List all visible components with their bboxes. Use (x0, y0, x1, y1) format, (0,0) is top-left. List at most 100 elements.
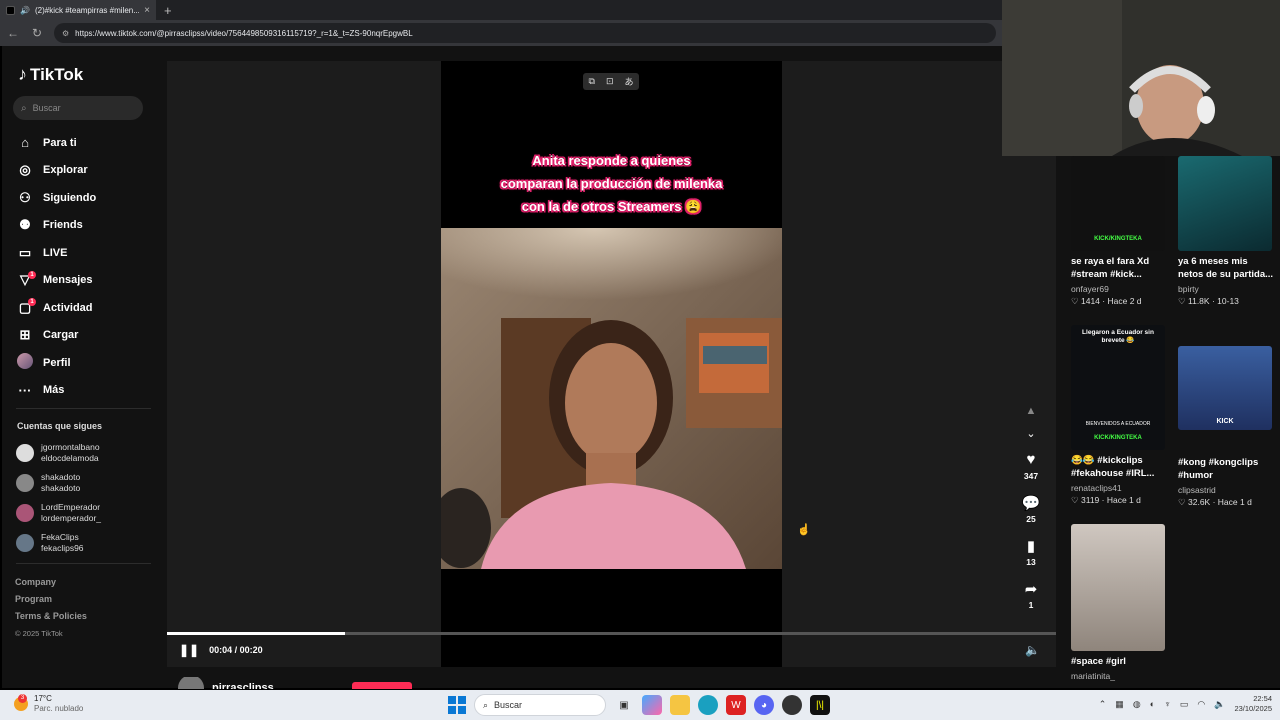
sidebar-item-label: Perfil (43, 356, 71, 369)
video-progress-bar[interactable] (167, 632, 1056, 635)
divider (16, 563, 151, 564)
video-player[interactable]: ⧉ ⊡ あ Anita responde a quienes comparan … (441, 61, 782, 667)
copyright: © 2025 TikTok (15, 629, 63, 638)
share-button[interactable]: ➦ 1 (1018, 580, 1044, 621)
following-icon: ⚇ (19, 189, 31, 205)
sidebar-item-friends[interactable]: ⚉ Friends (17, 212, 96, 240)
video-card[interactable]: Llegaron a Ecuador sin brevete 😂 BIENVEN… (1071, 325, 1167, 506)
search-input[interactable]: ⌕ Buscar (13, 96, 143, 120)
clock[interactable]: 22:54 23/10/2025 (1234, 694, 1272, 714)
caption-line: comparan la producción de milenka (500, 176, 723, 191)
sidebar-item-siguiendo[interactable]: ⚇ Siguiendo (17, 184, 96, 212)
heart-outline-icon: ♡ (1071, 495, 1079, 505)
sidebar-item-mas[interactable]: ··· Más (17, 377, 96, 405)
display-icon[interactable]: ▭ (1180, 699, 1189, 710)
site-info-icon[interactable]: ⚙ (62, 29, 69, 38)
microphone-icon[interactable]: ♆ (1164, 699, 1171, 709)
author-avatar[interactable] (178, 677, 204, 689)
copilot-icon[interactable] (642, 695, 662, 715)
terms-link[interactable]: Terms & Policies (15, 608, 87, 625)
card-title: se raya el fara Xd #stream #kick... (1071, 256, 1150, 280)
tiktok-favicon-icon (6, 5, 15, 15)
card-user: onfayer69 (1071, 284, 1109, 294)
card-user: clipsastrid (1178, 485, 1216, 495)
translate-icon[interactable]: あ (624, 75, 633, 88)
sidebar-item-cargar[interactable]: ⊞ Cargar (17, 322, 96, 350)
task-view-icon[interactable]: ▣ (614, 695, 634, 715)
author-name[interactable]: pirrasclipss (212, 682, 274, 689)
video-search-icon[interactable]: ⊡ (606, 76, 614, 87)
following-name: FekaClips (41, 532, 79, 542)
taskbar-search[interactable]: ⌕ Buscar (474, 694, 606, 716)
video-card[interactable]: KICK/KINGTEKA se raya el fara Xd #stream… (1071, 156, 1167, 307)
volume-icon[interactable]: 🔈 (1214, 699, 1225, 710)
url-text: https://www.tiktok.com/@pirrasclipss/vid… (75, 28, 413, 38)
video-card[interactable]: #space #girl mariatinita_ (1071, 524, 1167, 681)
app-tray-icon[interactable]: ◍ (1133, 699, 1141, 710)
sidebar-item-label: Actividad (43, 301, 93, 314)
share-count: 1 (1028, 600, 1034, 610)
back-arrow-icon[interactable]: ← (6, 26, 20, 40)
following-list: jgormontalbano eldocdelamoda shakadoto sha… (16, 438, 101, 558)
card-likes: 32.6K (1188, 497, 1211, 507)
volume-icon[interactable]: 🔈 (1025, 643, 1040, 657)
following-item[interactable]: shakadoto shakadoto (16, 468, 101, 498)
video-card[interactable]: KICK #kong #kongclips #humor clipsastrid… (1178, 346, 1274, 508)
weather-text: Parc. nublado (34, 704, 84, 713)
app-tray-icon[interactable]: ▦ (1115, 699, 1124, 710)
thumbnail-text: KICK/KINGTEKA (1094, 236, 1142, 242)
pdf-app-icon[interactable]: W (726, 695, 746, 715)
mouse-cursor-icon: ☝ (797, 524, 811, 536)
taskbar-search-label: Buscar (494, 700, 523, 710)
sidebar-item-para-ti[interactable]: ⌂ Para ti (17, 129, 96, 157)
video-thumbnail: KICK/KINGTEKA (1071, 156, 1165, 251)
sidebar-item-mensajes[interactable]: ▽ 1 Mensajes (17, 267, 96, 295)
following-item[interactable]: LordEmperador lordemperador_ (16, 498, 101, 528)
reload-icon[interactable]: ↻ (30, 26, 44, 40)
sidebar-item-explorar[interactable]: ◎ Explorar (17, 157, 96, 185)
edge-icon[interactable] (698, 695, 718, 715)
chevron-up-icon[interactable]: ▲ (1018, 405, 1044, 427)
follow-button[interactable] (351, 682, 412, 689)
chevron-up-icon[interactable]: ⌃ (1099, 699, 1107, 710)
url-field[interactable]: ⚙ https://www.tiktok.com/@pirrasclipss/v… (54, 23, 996, 43)
comment-button[interactable]: 💬 25 (1018, 494, 1044, 535)
card-user: mariatinita_ (1071, 671, 1115, 681)
card-likes: 3119 (1081, 495, 1100, 505)
program-link[interactable]: Program (15, 591, 87, 608)
sidebar-item-actividad[interactable]: ▢ 1 Actividad (17, 294, 96, 322)
following-item[interactable]: jgormontalbano eldocdelamoda (16, 438, 101, 468)
tiktok-logo[interactable]: ♪ TikTok (18, 64, 83, 85)
wifi-icon[interactable]: ◠ (1197, 699, 1205, 710)
picture-in-picture-icon[interactable]: ⧉ (589, 76, 595, 87)
following-name: shakadoto (41, 472, 81, 482)
save-button[interactable]: ▮ 13 (1018, 537, 1044, 578)
close-tab-icon[interactable]: × (144, 5, 150, 16)
sidebar-item-label: Para ti (43, 136, 77, 149)
video-toolbar: ⧉ ⊡ あ (583, 73, 639, 90)
pause-icon[interactable]: ❚❚ (179, 643, 199, 657)
company-link[interactable]: Company (15, 574, 87, 591)
speaker-icon[interactable]: 🔊 (20, 6, 30, 15)
file-explorer-icon[interactable] (670, 695, 690, 715)
card-meta: ♡ 11.8K · 10-13 (1178, 296, 1239, 306)
video-card[interactable]: ya 6 meses mis netos de su partida... bp… (1178, 156, 1274, 307)
chevron-down-icon[interactable]: ⌄ (1018, 427, 1044, 449)
sidebar-item-live[interactable]: ▭ LIVE (17, 239, 96, 267)
obs-icon[interactable] (782, 695, 802, 715)
browser-tab-bar: 🔊 (2)#kick #teampirras #milen... × + (0, 0, 1002, 20)
heart-outline-icon: ♡ (1178, 296, 1186, 306)
discord-icon[interactable]: ◕ (754, 695, 774, 715)
app-tray-icon[interactable]: ◐ (1150, 699, 1155, 709)
following-title: Cuentas que sigues (17, 421, 103, 431)
caption-line: con la de otros Streamers 😩 (521, 199, 702, 214)
new-tab-button[interactable]: + (164, 3, 172, 18)
streaming-app-icon[interactable]: |\| (810, 695, 830, 715)
following-item[interactable]: FekaClips fekaclips96 (16, 528, 101, 558)
sidebar-item-perfil[interactable]: Perfil (17, 349, 96, 377)
like-count: 347 (1023, 471, 1039, 481)
browser-tab[interactable]: 🔊 (2)#kick #teampirras #milen... × (0, 0, 156, 20)
like-button[interactable]: ♥ 347 (1018, 451, 1044, 492)
start-button[interactable] (448, 696, 466, 714)
weather-widget[interactable]: 3 17°C Parc. nublado (14, 694, 83, 714)
